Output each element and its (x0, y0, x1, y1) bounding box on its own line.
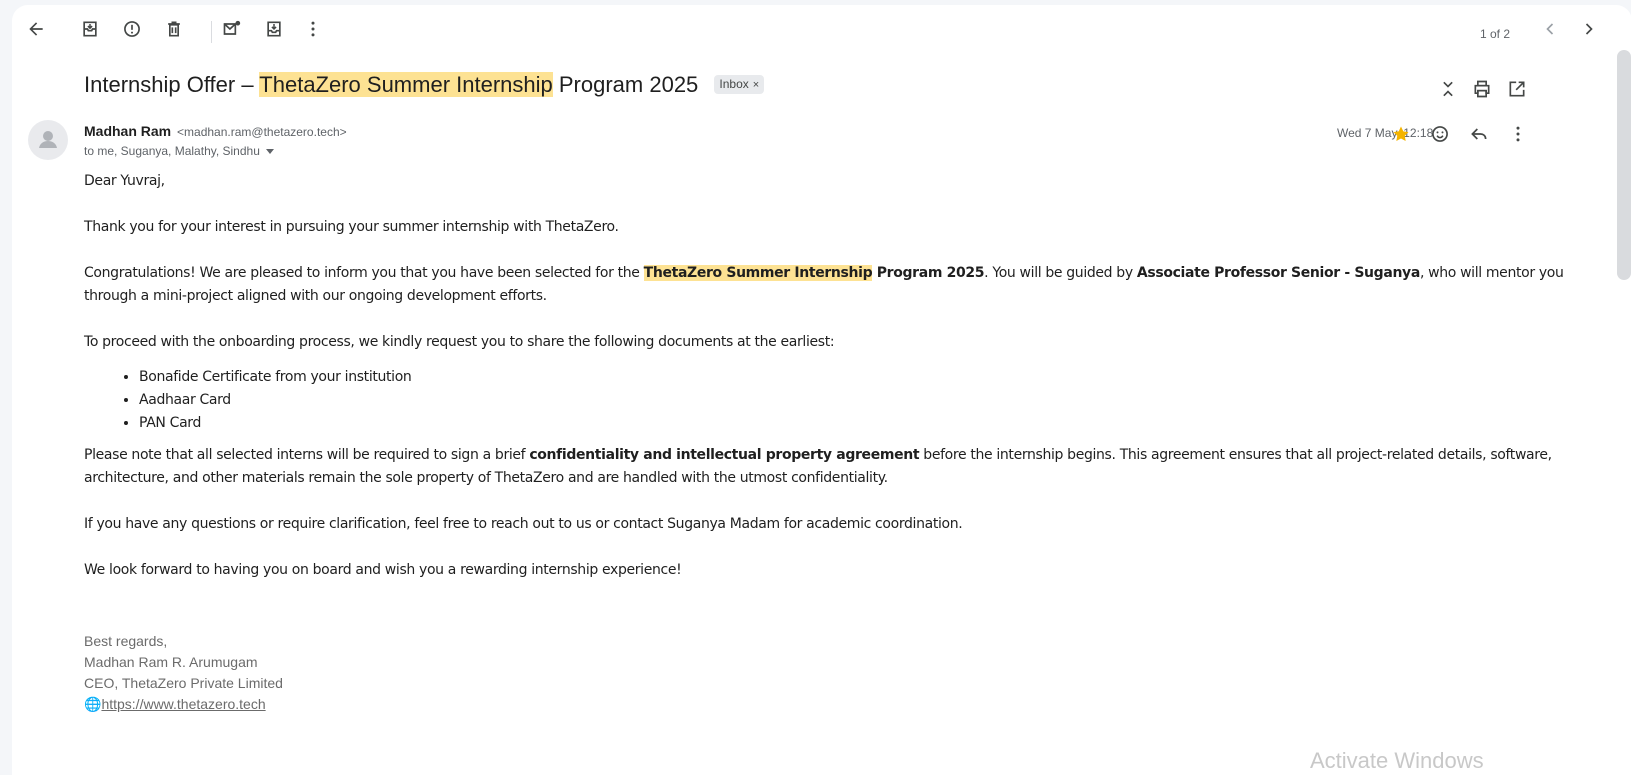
documents-list: Bonafide Certificate from your instituti… (84, 366, 1604, 435)
p2-text-b: . You will be guided by (984, 265, 1137, 281)
print-button[interactable] (1467, 74, 1497, 104)
email-toolbar: 1 of 2 (12, 5, 1631, 53)
report-spam-button[interactable] (117, 14, 147, 44)
paragraph-agreement: Please note that all selected interns wi… (84, 444, 1604, 490)
paragraph-thanks: Thank you for your interest in pursuing … (84, 219, 619, 235)
toolbar-divider (211, 21, 212, 43)
signature-line-2: Madhan Ram R. Arumugam (84, 654, 258, 670)
report-spam-icon (124, 21, 140, 37)
paragraph-documents-request: To proceed with the onboarding process, … (84, 334, 835, 350)
delete-button[interactable] (159, 14, 189, 44)
subject-prefix: Internship Offer – (84, 72, 260, 97)
recipient-details-toggle[interactable] (265, 149, 274, 155)
globe-icon: 🌐 (84, 696, 102, 712)
paragraph-congratulations: Congratulations! We are pleased to infor… (84, 262, 1604, 308)
more-options-button[interactable] (298, 14, 328, 44)
signature-website: 🌐https://www.thetazero.tech (84, 694, 283, 715)
sender-line: Madhan Ram <madhan.ram@thetazero.tech> (84, 123, 347, 139)
p4-text-a: Please note that all selected interns wi… (84, 447, 530, 463)
mark-unread-button[interactable] (217, 14, 247, 44)
star-icon (1393, 126, 1409, 141)
message-more-button[interactable] (1503, 119, 1533, 149)
mentor-name: Associate Professor Senior - Suganya (1136, 265, 1420, 281)
list-item: PAN Card (139, 412, 1604, 435)
paragraph-closing: We look forward to having you on board a… (84, 562, 682, 578)
list-item: Aadhaar Card (139, 389, 1604, 412)
email-body: Dear Yuvraj, Thank you for your interest… (84, 170, 1604, 605)
sender-email: <madhan.ram@thetazero.tech> (177, 125, 347, 139)
list-item: Bonafide Certificate from your instituti… (139, 366, 1604, 389)
sender-avatar[interactable] (28, 120, 68, 160)
open-in-new-icon (1509, 81, 1525, 97)
mark-unread-icon (223, 20, 241, 35)
signature-line-3: CEO, ThetaZero Private Limited (84, 675, 283, 691)
paragraph-questions: If you have any questions or require cla… (84, 516, 963, 532)
back-button[interactable] (21, 14, 51, 44)
reply-icon (1471, 128, 1487, 140)
more-vert-icon (311, 21, 315, 37)
pager-count: 1 of 2 (1480, 27, 1511, 41)
chevron-left-icon (1546, 23, 1554, 35)
signature-line-1: Best regards, (84, 633, 168, 649)
emoji-icon (1432, 126, 1448, 142)
star-button[interactable] (1386, 119, 1416, 149)
archive-button[interactable] (75, 14, 105, 44)
chevron-right-icon (1585, 23, 1593, 35)
inbox-label-text: Inbox (719, 76, 749, 91)
remove-label-button[interactable]: × (753, 79, 759, 91)
older-button[interactable] (1574, 14, 1604, 44)
p2-text-a: Congratulations! We are pleased to infor… (84, 265, 644, 281)
agreement-name: confidentiality and intellectual propert… (529, 447, 920, 463)
collapse-icon (1443, 81, 1453, 97)
sender-name[interactable]: Madhan Ram (84, 123, 171, 139)
print-icon (1474, 80, 1490, 98)
newer-button[interactable] (1535, 14, 1565, 44)
delete-icon (168, 21, 180, 37)
scrollbar-thumb[interactable] (1617, 50, 1631, 280)
move-to-button[interactable] (259, 14, 289, 44)
recipients-text: to me, Suganya, Malathy, Sindhu (84, 144, 260, 158)
p2-bold: Program 2025 (872, 265, 985, 281)
reply-button[interactable] (1464, 119, 1494, 149)
email-view: 1 of 2 Internship Offer – ThetaZero Summ… (12, 5, 1631, 775)
arrow-back-icon (29, 22, 43, 36)
more-vert-icon (1516, 126, 1520, 142)
move-to-icon (267, 21, 281, 37)
website-link[interactable]: https://www.thetazero.tech (101, 696, 265, 712)
recipients-line: to me, Suganya, Malathy, Sindhu (84, 144, 274, 158)
greeting: Dear Yuvraj, (84, 173, 165, 189)
open-new-window-button[interactable] (1502, 74, 1532, 104)
inbox-label-chip[interactable]: Inbox × (714, 74, 765, 94)
add-reaction-button[interactable] (1425, 119, 1455, 149)
person-icon (39, 131, 57, 148)
activate-windows-watermark: Activate Windows (1310, 748, 1484, 773)
email-signature: Best regards, Madhan Ram R. Arumugam CEO… (84, 631, 283, 715)
p2-highlight: ThetaZero Summer Internship (643, 265, 873, 281)
subject-suffix: Program 2025 (552, 72, 699, 97)
archive-icon (83, 21, 97, 37)
email-subject: Internship Offer – ThetaZero Summer Inte… (84, 71, 765, 99)
subject-row: Internship Offer – ThetaZero Summer Inte… (84, 71, 1631, 111)
subject-highlight: ThetaZero Summer Internship (259, 72, 553, 97)
collapse-all-button[interactable] (1433, 74, 1463, 104)
